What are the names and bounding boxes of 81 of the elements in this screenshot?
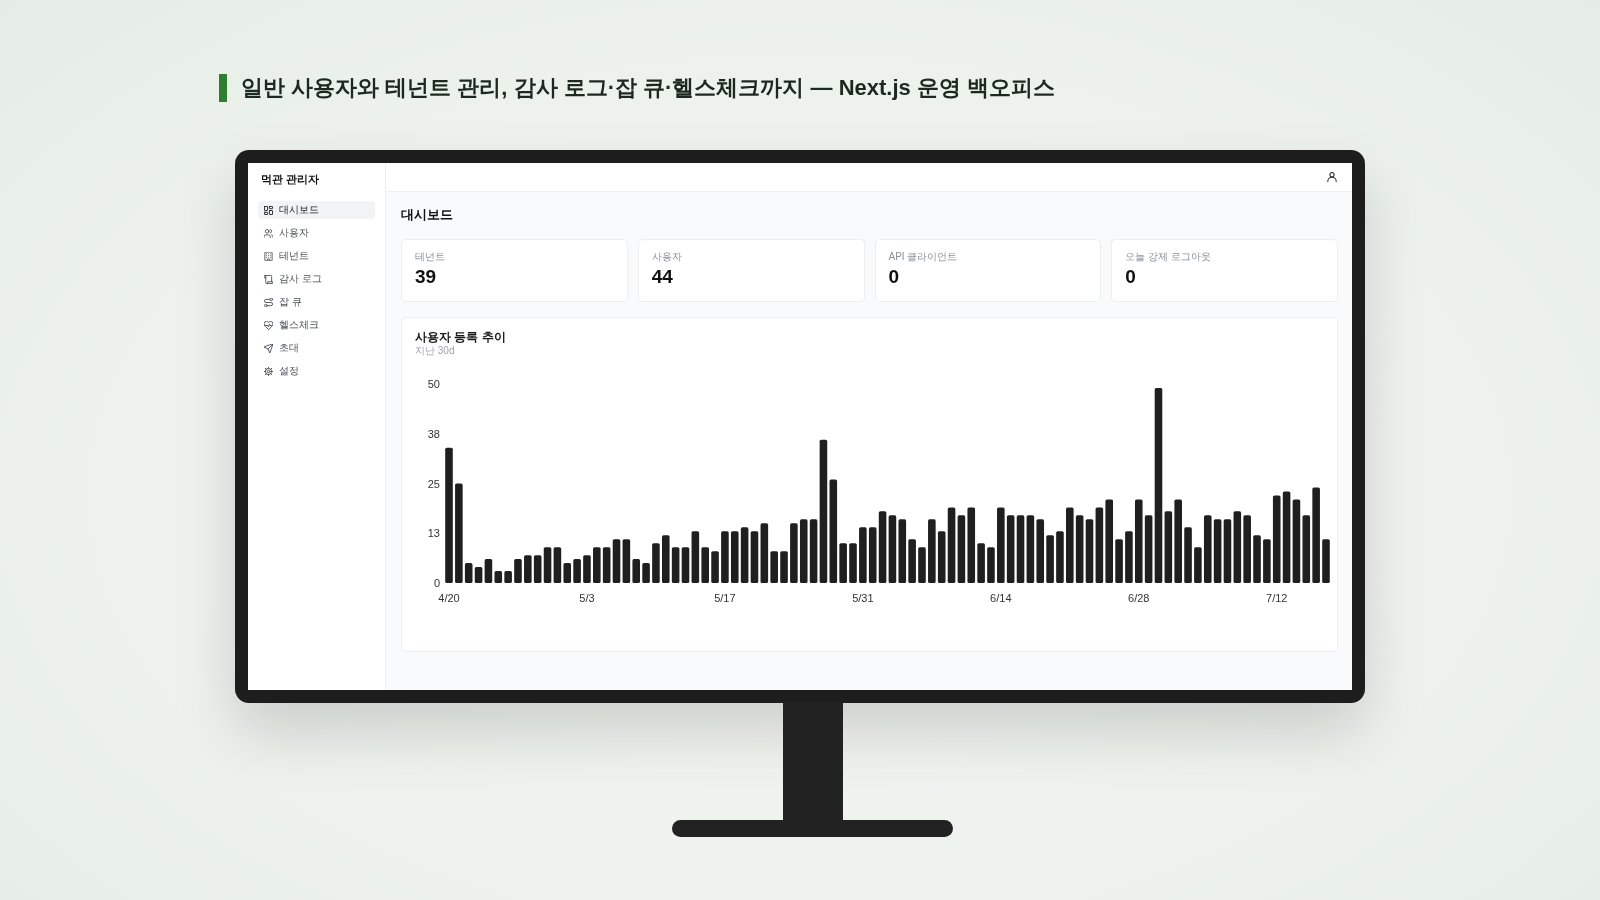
y-axis-label: 50 bbox=[427, 378, 440, 390]
chart-bar bbox=[849, 543, 857, 583]
dashboard-grid-icon bbox=[264, 205, 273, 215]
x-axis-label: 6/14 bbox=[990, 592, 1012, 604]
x-axis-label: 7/12 bbox=[1266, 592, 1288, 604]
sidebar-item[interactable]: 대시보드 bbox=[258, 201, 375, 219]
chart-bar bbox=[957, 515, 966, 583]
scroll-icon bbox=[264, 274, 273, 284]
page-title: 대시보드 bbox=[401, 207, 454, 223]
chart-bar bbox=[1115, 539, 1123, 583]
chart-bar bbox=[730, 531, 739, 583]
stat-label: 사용자 bbox=[651, 251, 682, 263]
sidebar-item[interactable]: 설정 bbox=[258, 362, 375, 380]
chart-bar bbox=[1125, 531, 1133, 583]
chart-bar bbox=[642, 563, 650, 583]
sidebar-item[interactable]: 테넌트 bbox=[258, 247, 375, 265]
chart-bar bbox=[612, 539, 621, 583]
y-axis-label: 25 bbox=[427, 477, 440, 490]
chart-bar bbox=[1085, 519, 1094, 583]
stat-value: 0 bbox=[888, 266, 900, 288]
chart-bar bbox=[1322, 539, 1330, 583]
y-axis-label: 38 bbox=[427, 427, 440, 440]
x-axis-label: 5/17 bbox=[714, 592, 736, 604]
send-icon bbox=[264, 343, 273, 353]
chart-bar bbox=[750, 531, 759, 583]
chart-bar bbox=[543, 547, 552, 583]
chart-bar bbox=[652, 543, 660, 583]
chart-bar bbox=[671, 547, 680, 583]
users-icon bbox=[264, 228, 273, 238]
chart-bar bbox=[1075, 515, 1084, 583]
chart-bar bbox=[987, 547, 995, 583]
chart-bar bbox=[1056, 531, 1064, 583]
sidebar-item[interactable]: 감사 로그 bbox=[258, 270, 375, 288]
building-icon bbox=[264, 251, 273, 261]
chart-bar bbox=[711, 551, 719, 583]
chart-bar bbox=[780, 551, 788, 583]
app-title: 먹관 관리자 bbox=[260, 172, 321, 186]
chart-bar bbox=[868, 527, 877, 583]
stat-value: 39 bbox=[415, 266, 437, 288]
stat-value: 0 bbox=[1125, 266, 1136, 288]
chart-bar bbox=[1036, 519, 1045, 583]
heart-pulse-icon bbox=[264, 320, 273, 330]
chart-bar bbox=[583, 555, 591, 583]
chart-bar bbox=[888, 515, 897, 583]
accent-bar bbox=[219, 74, 227, 102]
x-axis-label: 6/28 bbox=[1128, 592, 1150, 604]
page-headline: 일반 사용자와 테넌트 관리, 감사 로그·잡 큐·헬스체크까지 — Next.js 운영 백오피스 bbox=[241, 74, 1056, 102]
stat-value: 44 bbox=[651, 266, 673, 288]
sidebar-item[interactable]: 잡 큐 bbox=[258, 293, 375, 311]
chart-bar bbox=[740, 527, 749, 583]
chart-bar bbox=[1016, 515, 1025, 583]
y-axis-label: 0 bbox=[433, 577, 440, 589]
chart-bar bbox=[1233, 511, 1242, 583]
x-axis-label: 5/3 bbox=[579, 592, 595, 604]
chart-bar bbox=[1253, 535, 1261, 583]
chart-title: 사용자 등록 추이 bbox=[415, 330, 506, 345]
chart-bar bbox=[533, 555, 542, 583]
chart-bar bbox=[1006, 515, 1015, 583]
chart-bar bbox=[602, 547, 611, 583]
user-icon[interactable] bbox=[1327, 172, 1337, 182]
stat-label: API 클라이언트 bbox=[888, 251, 958, 263]
sidebar-item[interactable]: 사용자 bbox=[258, 224, 375, 242]
route-icon bbox=[264, 297, 273, 307]
x-axis-label: 4/20 bbox=[438, 592, 460, 604]
sidebar-item[interactable]: 초대 bbox=[258, 339, 375, 357]
y-axis-label: 13 bbox=[427, 527, 440, 540]
chart-bar bbox=[1184, 527, 1192, 583]
sidebar-item[interactable]: 헬스체크 bbox=[258, 316, 375, 334]
stat-label: 테넌트 bbox=[415, 251, 445, 263]
chart-bar bbox=[878, 511, 887, 583]
stat-label: 오늘 강제 로그아웃 bbox=[1125, 251, 1211, 263]
chart-subtitle: 지난 30d bbox=[415, 345, 455, 357]
settings-icon bbox=[264, 366, 273, 376]
chart-bar bbox=[1213, 519, 1222, 583]
chart-bar bbox=[1302, 515, 1311, 583]
x-axis-label: 5/31 bbox=[852, 592, 874, 604]
chart-bar bbox=[1026, 515, 1035, 583]
chart-bar bbox=[514, 559, 522, 583]
chart-bar bbox=[1223, 519, 1232, 583]
chart-bar bbox=[918, 547, 926, 583]
chart-bar bbox=[799, 519, 808, 583]
